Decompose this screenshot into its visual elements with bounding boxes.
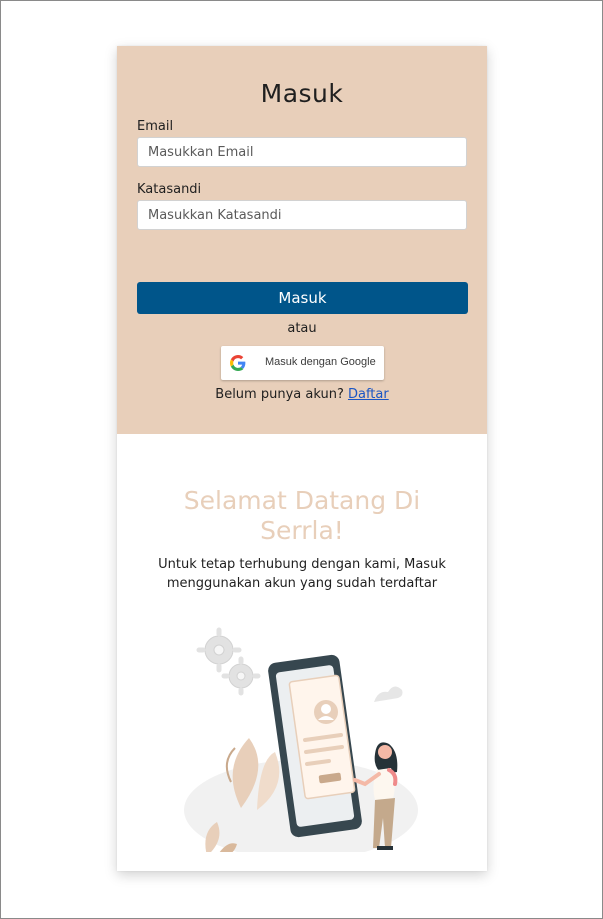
login-title: Masuk bbox=[260, 79, 344, 108]
email-field[interactable] bbox=[137, 137, 467, 167]
signup-link[interactable]: Daftar bbox=[348, 387, 389, 402]
phone-login-illustration bbox=[184, 627, 418, 852]
auth-card: Masuk Email Katasandi Masuk atau Masuk d… bbox=[117, 46, 487, 871]
signup-prompt-text: Belum punya akun? bbox=[215, 387, 344, 402]
signup-prompt: Belum punya akun? Daftar bbox=[117, 387, 487, 402]
welcome-subtitle: Untuk tetap terhubung dengan kami, Masuk… bbox=[158, 557, 446, 591]
password-label: Katasandi bbox=[137, 182, 202, 197]
login-button[interactable]: Masuk bbox=[137, 282, 468, 314]
google-signin-button[interactable]: Masuk dengan Google bbox=[221, 346, 384, 380]
google-signin-label: Masuk dengan Google bbox=[265, 356, 376, 368]
login-panel: Masuk Email Katasandi Masuk atau Masuk d… bbox=[117, 46, 487, 434]
email-label: Email bbox=[137, 119, 174, 134]
welcome-title: Selamat Datang Di Serrla! bbox=[183, 486, 421, 545]
or-divider-text: atau bbox=[287, 321, 317, 336]
password-field[interactable] bbox=[137, 200, 467, 230]
browser-viewport: Masuk Email Katasandi Masuk atau Masuk d… bbox=[0, 0, 603, 919]
google-icon bbox=[230, 355, 246, 371]
